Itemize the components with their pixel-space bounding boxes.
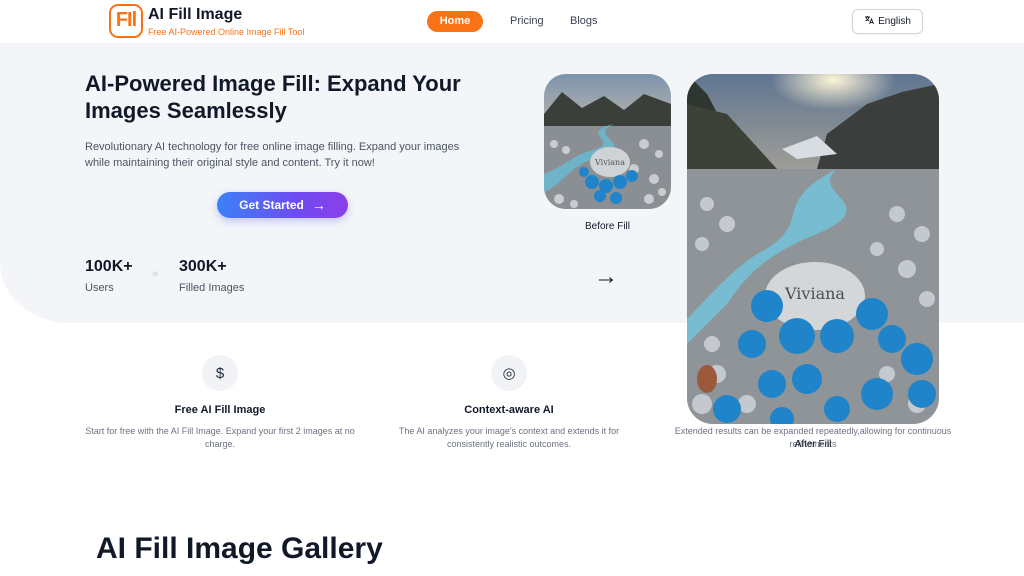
feature-context-description: The AI analyzes your image's context and… (398, 426, 620, 449)
nav-home-link[interactable]: Home (427, 11, 483, 32)
arrow-right-icon: → (311, 197, 326, 213)
stat-users-label: Users (85, 282, 114, 294)
brain-icon: ◎ (491, 355, 527, 391)
logo-icon[interactable]: FIl (109, 4, 143, 38)
hero-description: Revolutionary AI technology for free onl… (85, 141, 460, 169)
nav-pricing-link[interactable]: Pricing (510, 15, 544, 27)
get-started-button[interactable]: Get Started → (217, 192, 348, 218)
dollar-icon: $ (202, 355, 238, 391)
language-button[interactable]: English (852, 9, 923, 34)
language-label: English (878, 16, 911, 27)
before-fill-image: Viviana (544, 74, 671, 209)
brand-name[interactable]: AI Fill Image (148, 6, 242, 24)
stat-filled-value: 300K+ (179, 258, 227, 275)
feature-context-title: Context-aware AI (464, 404, 554, 416)
nav-blogs-link[interactable]: Blogs (570, 15, 598, 27)
chevrons-right-icon: » (152, 268, 159, 280)
after-fill-image: Viviana (687, 74, 939, 424)
site-header: FIl AI Fill Image Free AI-Powered Online… (0, 0, 1024, 43)
before-stone-text: Viviana (594, 158, 625, 167)
before-fill-caption: Before Fill (584, 221, 630, 232)
hero-title: AI-Powered Image Fill: Expand Your Image… (85, 71, 461, 123)
get-started-label: Get Started (239, 198, 304, 212)
feature-free-description: Start for free with the AI Fill Image. E… (85, 426, 355, 449)
brand-tagline: Free AI-Powered Online Image Fill Tool (148, 27, 305, 37)
page: FIl AI Fill Image Free AI-Powered Online… (0, 0, 1024, 576)
gallery-title: AI Fill Image Gallery (96, 532, 383, 565)
translate-icon (864, 15, 875, 28)
after-fill-caption: After Fill (794, 439, 832, 450)
feature-free-title: Free AI Fill Image (174, 404, 266, 416)
arrow-right-icon: → (594, 263, 618, 290)
stat-filled-label: Filled Images (179, 282, 245, 294)
stat-users-value: 100K+ (85, 258, 133, 275)
after-stone-text: Viviana (784, 284, 845, 303)
